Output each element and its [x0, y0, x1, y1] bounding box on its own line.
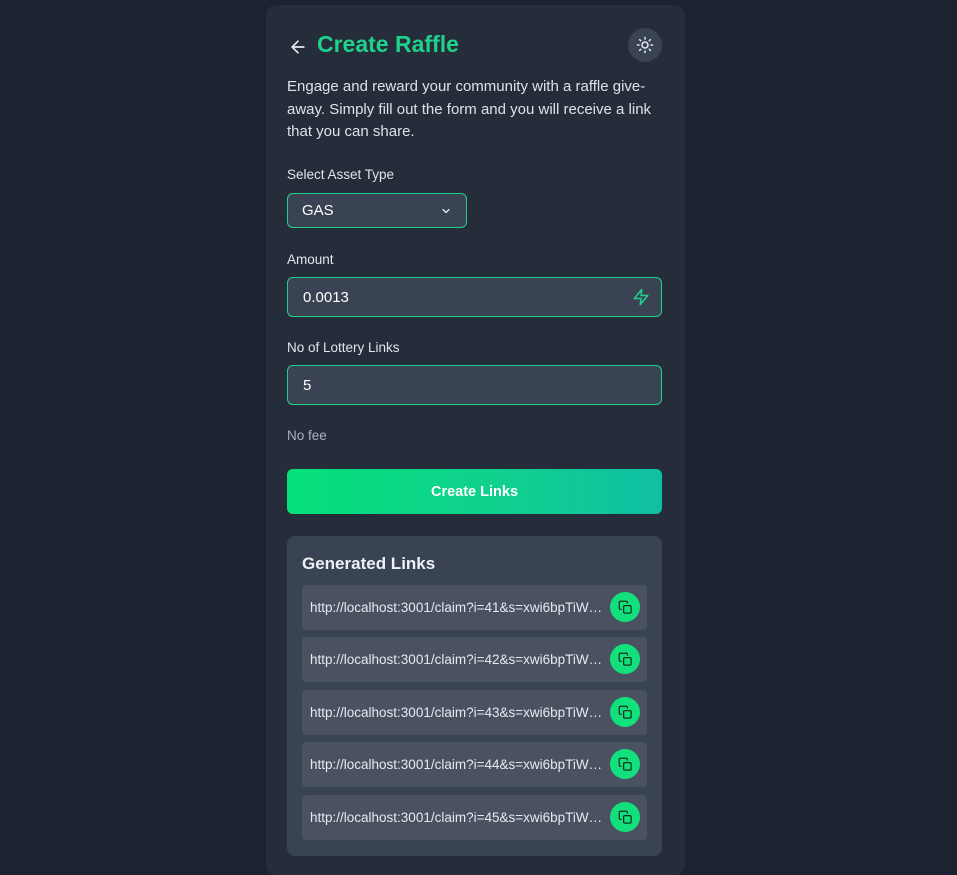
- generated-link-text[interactable]: http://localhost:3001/claim?i=45&s=xwi6b…: [310, 810, 605, 825]
- copy-link-button[interactable]: [610, 592, 640, 622]
- generated-link-text[interactable]: http://localhost:3001/claim?i=44&s=xwi6b…: [310, 757, 605, 772]
- generated-link-row: http://localhost:3001/claim?i=44&s=xwi6b…: [302, 742, 647, 787]
- amount-value: 0.0013: [303, 288, 349, 306]
- generated-link-text[interactable]: http://localhost:3001/claim?i=42&s=xwi6b…: [310, 652, 605, 667]
- lottery-links-input[interactable]: 5: [287, 365, 662, 405]
- sun-icon: [636, 36, 654, 54]
- generated-links-panel: Generated Links http://localhost:3001/cl…: [287, 536, 662, 856]
- page-title: Create Raffle: [317, 31, 459, 57]
- chevron-down-icon: [442, 208, 450, 213]
- header: Create Raffle: [287, 28, 662, 65]
- copy-link-button[interactable]: [610, 697, 640, 727]
- copy-icon: [618, 757, 632, 771]
- amount-label: Amount: [287, 252, 334, 267]
- copy-icon: [618, 652, 632, 666]
- generated-link-row: http://localhost:3001/claim?i=45&s=xwi6b…: [302, 795, 647, 840]
- copy-link-button[interactable]: [610, 644, 640, 674]
- asset-type-label: Select Asset Type: [287, 167, 395, 182]
- generated-link-row: http://localhost:3001/claim?i=43&s=xwi6b…: [302, 690, 647, 735]
- amount-input[interactable]: 0.0013: [287, 277, 662, 317]
- lottery-links-value: 5: [303, 376, 312, 394]
- arrow-left-icon: [291, 40, 305, 54]
- generated-links-title: Generated Links: [302, 554, 436, 573]
- generated-link-text[interactable]: http://localhost:3001/claim?i=43&s=xwi6b…: [310, 705, 605, 720]
- theme-toggle-button[interactable]: [628, 28, 662, 62]
- copy-icon: [618, 810, 632, 824]
- generated-link-row: http://localhost:3001/claim?i=42&s=xwi6b…: [302, 637, 647, 682]
- copy-link-button[interactable]: [610, 749, 640, 779]
- fee-text: No fee: [287, 428, 327, 443]
- asset-type-value: GAS: [302, 202, 334, 219]
- create-raffle-card: Create Raffle Engage and reward your com…: [266, 5, 685, 875]
- lottery-links-label: No of Lottery Links: [287, 340, 400, 355]
- generated-link-row: http://localhost:3001/claim?i=41&s=xwi6b…: [302, 585, 647, 630]
- asset-type-select[interactable]: GAS: [287, 193, 467, 228]
- create-links-button[interactable]: Create Links: [287, 469, 662, 514]
- copy-icon: [618, 600, 632, 614]
- copy-icon: [618, 705, 632, 719]
- generated-link-text[interactable]: http://localhost:3001/claim?i=41&s=xwi6b…: [310, 600, 605, 615]
- back-button[interactable]: [287, 36, 309, 58]
- intro-text: Engage and reward your community with a …: [287, 78, 652, 140]
- lightning-icon[interactable]: [632, 288, 650, 306]
- copy-link-button[interactable]: [610, 802, 640, 832]
